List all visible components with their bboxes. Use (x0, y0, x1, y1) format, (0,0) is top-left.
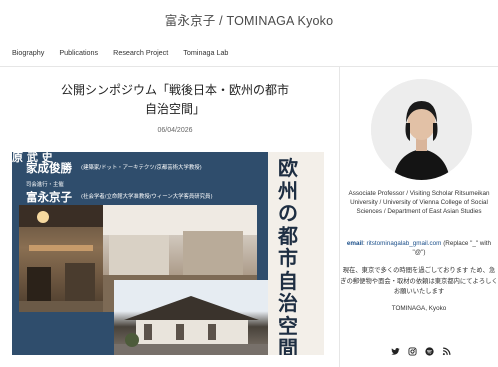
email-label: email (346, 240, 364, 247)
poster-building-photo (114, 280, 269, 355)
twitter-icon[interactable] (391, 347, 400, 356)
nav-item-biography[interactable]: Biography (12, 48, 44, 57)
nav-item-publications[interactable]: Publications (59, 48, 98, 57)
bio-text: Associate Professor / Visiting Scholar R… (348, 190, 490, 216)
instagram-icon[interactable] (408, 347, 417, 356)
notice-text: 現在、東京で多くの時間を過ごしております ため、急ぎの郵便物や面会・取材の依頼は… (340, 267, 498, 295)
symposium-poster-image: 原 武 史 家成俊勝 (建築家/ドット・アーキテクツ/京都芸術大学教授) 司会進… (12, 152, 324, 355)
signature: TOMINAGA, Kyoko (391, 305, 447, 312)
post-title[interactable]: 公開シンポジウム「戦後日本・欧州の都市 自治空間」 (12, 81, 338, 119)
poster-speaker2-role: (社会学者/立命館大学准教授/ウィーン大学客員研究員) (81, 194, 213, 200)
post-date: 06/04/2026 (157, 127, 193, 134)
contact-info: email: ritstominagalab_gmail.com (Replac… (346, 240, 492, 257)
post-title-line-1[interactable]: 公開シンポジウム「戦後日本・欧州の都市 (12, 81, 338, 100)
main-nav: Biography Publications Research Project … (12, 48, 228, 57)
poster-speaker1-name: 家成俊勝 (26, 161, 72, 175)
social-links (391, 347, 451, 356)
post-title-line-2[interactable]: 自治空間」 (12, 100, 338, 119)
poster-moderator-label: 司会進行・主催 (26, 182, 64, 188)
sidebar: Associate Professor / Visiting Scholar R… (340, 67, 498, 367)
avatar (371, 79, 472, 180)
spotify-icon[interactable] (425, 347, 434, 356)
nav-item-research-project[interactable]: Research Project (113, 48, 168, 57)
post-content: 公開シンポジウム「戦後日本・欧州の都市 自治空間」 06/04/2026 原 武… (12, 67, 338, 367)
nav-item-tominaga-lab[interactable]: Tominaga Lab (183, 48, 228, 57)
rss-icon[interactable] (442, 347, 451, 356)
site-title[interactable]: 富永京子 / TOMINAGA Kyoko (0, 10, 498, 29)
poster-speaker1-role: (建築家/ドット・アーキテクツ/京都芸術大学教授) (81, 165, 202, 171)
email-link[interactable]: ritstominagalab_gmail.com (367, 240, 442, 247)
poster-vertical-title: 欧州の都市自治空間 (278, 156, 298, 355)
poster-speaker2-name: 富永京子 (26, 190, 72, 204)
poster-cafe-photo (19, 205, 103, 312)
